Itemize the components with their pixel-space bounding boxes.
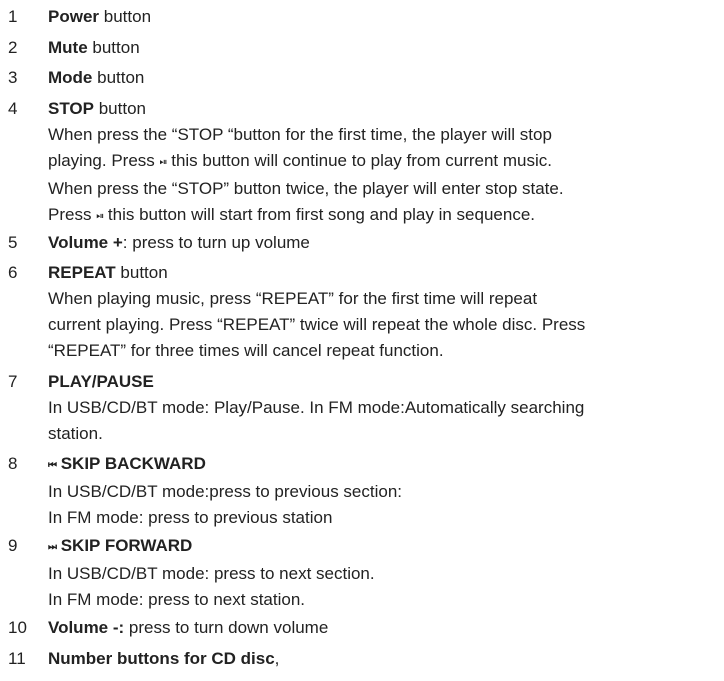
item-title: REPEAT (48, 263, 116, 282)
item-description-line: current playing. Press “REPEAT” twice wi… (48, 315, 586, 334)
play-pause-icon: ⏯ (159, 157, 168, 168)
item-description-line: In FM mode: press to next station. (48, 590, 306, 609)
item-title: SKIP FORWARD (56, 536, 193, 555)
item-title-rest: , (274, 649, 280, 668)
item-number: 6 (8, 263, 18, 282)
item-title-rest: button (92, 68, 145, 87)
item-description-line: When playing music, press “REPEAT” for t… (48, 289, 538, 308)
item-title: SKIP BACKWARD (56, 454, 206, 473)
item-title: Mute (48, 38, 88, 57)
item-description-line: When press the “STOP “button for the fir… (48, 125, 552, 144)
item-number: 1 (8, 7, 18, 26)
item-number: 7 (8, 372, 18, 391)
item-title: Power (48, 7, 100, 26)
item-title-rest: button (99, 7, 152, 26)
skip-backward-icon: ⏮ (48, 460, 57, 471)
item-title-rest: button (87, 38, 140, 57)
item-title: PLAY/PAUSE (48, 372, 154, 391)
item-number: 5 (8, 233, 18, 252)
item-description-line: “REPEAT” for three times will cancel rep… (48, 341, 444, 360)
item-number: 11 (8, 649, 26, 668)
item-number: 3 (8, 68, 18, 87)
item-title: Volume -: (48, 618, 125, 637)
item-number: 8 (8, 454, 18, 473)
item-description-line: Press ⏯ this button will start from firs… (48, 202, 724, 230)
item-description-line: station. (48, 424, 103, 443)
item-title-rest: button (93, 99, 146, 118)
item-description-line: In FM mode: press to previous station (48, 508, 333, 527)
item-description-line: In USB/CD/BT mode: press to next section… (48, 564, 375, 583)
item-number: 10 (8, 618, 27, 637)
item-description-line: In USB/CD/BT mode:press to previous sect… (48, 482, 403, 501)
item-number: 4 (8, 99, 18, 118)
item-title: STOP (48, 99, 94, 118)
item-description-line: playing. Press ⏯ this button will contin… (48, 148, 724, 176)
item-title-rest: press to turn down volume (124, 618, 329, 637)
item-title: Number buttons for CD disc (48, 649, 275, 668)
skip-forward-icon: ⏭ (48, 542, 57, 553)
item-title-rest: : press to turn up volume (122, 233, 310, 252)
item-number: 9 (8, 536, 18, 555)
item-title-rest: button (115, 263, 168, 282)
item-number: 2 (8, 38, 18, 57)
item-title: Mode (48, 68, 93, 87)
item-description-line: When press the “STOP” button twice, the … (48, 179, 564, 198)
item-title: Volume + (48, 233, 123, 252)
item-description-line: In USB/CD/BT mode: Play/Pause. In FM mod… (48, 398, 585, 417)
